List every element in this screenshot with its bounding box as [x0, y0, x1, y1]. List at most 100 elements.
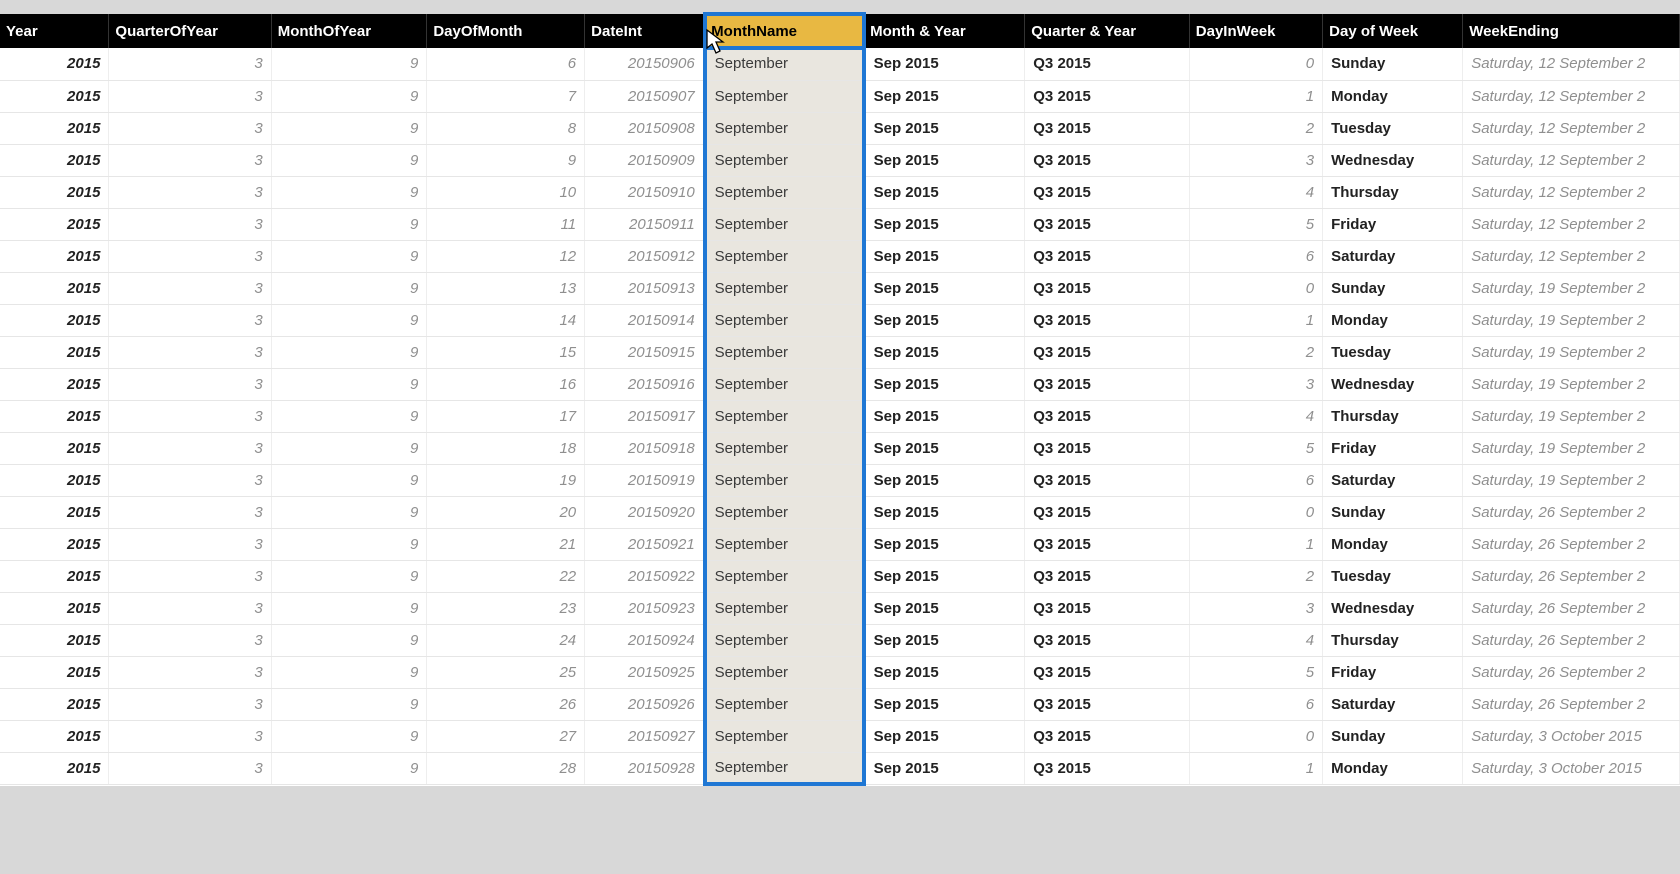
- cell-year[interactable]: 2015: [0, 336, 109, 368]
- cell-dow[interactable]: Saturday: [1323, 464, 1463, 496]
- cell-year[interactable]: 2015: [0, 720, 109, 752]
- cell-diw[interactable]: 6: [1189, 464, 1322, 496]
- cell-qoy[interactable]: 3: [109, 272, 271, 304]
- cell-diw[interactable]: 6: [1189, 240, 1322, 272]
- cell-qoy[interactable]: 3: [109, 80, 271, 112]
- cell-dow[interactable]: Monday: [1323, 528, 1463, 560]
- table-row[interactable]: 2015391020150910SeptemberSep 2015Q3 2015…: [0, 176, 1680, 208]
- cell-diw[interactable]: 5: [1189, 208, 1322, 240]
- cell-dow[interactable]: Friday: [1323, 208, 1463, 240]
- cell-dom[interactable]: 27: [427, 720, 585, 752]
- cell-dow[interactable]: Monday: [1323, 80, 1463, 112]
- cell-monthname[interactable]: September: [705, 48, 864, 80]
- cell-year[interactable]: 2015: [0, 560, 109, 592]
- cell-qoy[interactable]: 3: [109, 240, 271, 272]
- cell-qy[interactable]: Q3 2015: [1025, 496, 1190, 528]
- cell-qy[interactable]: Q3 2015: [1025, 176, 1190, 208]
- table-row[interactable]: 2015392120150921SeptemberSep 2015Q3 2015…: [0, 528, 1680, 560]
- cell-year[interactable]: 2015: [0, 464, 109, 496]
- table-row[interactable]: 2015391120150911SeptemberSep 2015Q3 2015…: [0, 208, 1680, 240]
- cell-diw[interactable]: 1: [1189, 80, 1322, 112]
- cell-monthyear[interactable]: Sep 2015: [864, 400, 1025, 432]
- cell-dom[interactable]: 19: [427, 464, 585, 496]
- cell-dow[interactable]: Thursday: [1323, 176, 1463, 208]
- cell-diw[interactable]: 1: [1189, 304, 1322, 336]
- cell-monthname[interactable]: September: [705, 368, 864, 400]
- cell-monthyear[interactable]: Sep 2015: [864, 464, 1025, 496]
- cell-moy[interactable]: 9: [271, 400, 427, 432]
- cell-qy[interactable]: Q3 2015: [1025, 752, 1190, 784]
- cell-dom[interactable]: 15: [427, 336, 585, 368]
- table-row[interactable]: 2015391520150915SeptemberSep 2015Q3 2015…: [0, 336, 1680, 368]
- cell-weekend[interactable]: Saturday, 19 September 2: [1463, 432, 1680, 464]
- cell-dow[interactable]: Saturday: [1323, 688, 1463, 720]
- cell-weekend[interactable]: Saturday, 3 October 2015: [1463, 752, 1680, 784]
- cell-weekend[interactable]: Saturday, 26 September 2: [1463, 688, 1680, 720]
- cell-monthname[interactable]: September: [705, 752, 864, 784]
- cell-monthname[interactable]: September: [705, 528, 864, 560]
- cell-dateint[interactable]: 20150923: [585, 592, 705, 624]
- cell-dateint[interactable]: 20150926: [585, 688, 705, 720]
- cell-qoy[interactable]: 3: [109, 656, 271, 688]
- cell-moy[interactable]: 9: [271, 496, 427, 528]
- cell-dow[interactable]: Thursday: [1323, 400, 1463, 432]
- cell-qoy[interactable]: 3: [109, 752, 271, 784]
- cell-diw[interactable]: 4: [1189, 400, 1322, 432]
- cell-qy[interactable]: Q3 2015: [1025, 112, 1190, 144]
- cell-monthyear[interactable]: Sep 2015: [864, 80, 1025, 112]
- cell-weekend[interactable]: Saturday, 19 September 2: [1463, 336, 1680, 368]
- cell-diw[interactable]: 1: [1189, 752, 1322, 784]
- cell-year[interactable]: 2015: [0, 48, 109, 80]
- cell-monthname[interactable]: September: [705, 144, 864, 176]
- cell-qy[interactable]: Q3 2015: [1025, 528, 1190, 560]
- cell-qoy[interactable]: 3: [109, 112, 271, 144]
- cell-weekend[interactable]: Saturday, 12 September 2: [1463, 112, 1680, 144]
- cell-dow[interactable]: Sunday: [1323, 48, 1463, 80]
- cell-monthname[interactable]: September: [705, 176, 864, 208]
- cell-monthname[interactable]: September: [705, 336, 864, 368]
- cell-moy[interactable]: 9: [271, 688, 427, 720]
- cell-qoy[interactable]: 3: [109, 400, 271, 432]
- cell-monthname[interactable]: September: [705, 432, 864, 464]
- cell-weekend[interactable]: Saturday, 26 September 2: [1463, 592, 1680, 624]
- cell-weekend[interactable]: Saturday, 12 September 2: [1463, 48, 1680, 80]
- cell-qoy[interactable]: 3: [109, 176, 271, 208]
- col-header-monthname[interactable]: MonthName: [705, 14, 864, 48]
- cell-moy[interactable]: 9: [271, 528, 427, 560]
- cell-moy[interactable]: 9: [271, 752, 427, 784]
- cell-monthyear[interactable]: Sep 2015: [864, 208, 1025, 240]
- cell-qy[interactable]: Q3 2015: [1025, 720, 1190, 752]
- table-row[interactable]: 201539920150909SeptemberSep 2015Q3 20153…: [0, 144, 1680, 176]
- cell-dom[interactable]: 22: [427, 560, 585, 592]
- cell-dateint[interactable]: 20150911: [585, 208, 705, 240]
- cell-qy[interactable]: Q3 2015: [1025, 400, 1190, 432]
- cell-dow[interactable]: Friday: [1323, 656, 1463, 688]
- cell-monthyear[interactable]: Sep 2015: [864, 176, 1025, 208]
- cell-diw[interactable]: 2: [1189, 112, 1322, 144]
- cell-dom[interactable]: 20: [427, 496, 585, 528]
- cell-dow[interactable]: Tuesday: [1323, 560, 1463, 592]
- cell-weekend[interactable]: Saturday, 19 September 2: [1463, 368, 1680, 400]
- cell-dom[interactable]: 6: [427, 48, 585, 80]
- cell-qy[interactable]: Q3 2015: [1025, 688, 1190, 720]
- cell-diw[interactable]: 2: [1189, 336, 1322, 368]
- data-grid[interactable]: Year QuarterOfYear MonthOfYear DayOfMont…: [0, 14, 1680, 786]
- table-row[interactable]: 2015391620150916SeptemberSep 2015Q3 2015…: [0, 368, 1680, 400]
- cell-qoy[interactable]: 3: [109, 592, 271, 624]
- cell-monthyear[interactable]: Sep 2015: [864, 752, 1025, 784]
- cell-dateint[interactable]: 20150925: [585, 656, 705, 688]
- cell-dateint[interactable]: 20150924: [585, 624, 705, 656]
- cell-diw[interactable]: 3: [1189, 368, 1322, 400]
- cell-qy[interactable]: Q3 2015: [1025, 240, 1190, 272]
- cell-qoy[interactable]: 3: [109, 48, 271, 80]
- cell-weekend[interactable]: Saturday, 12 September 2: [1463, 208, 1680, 240]
- cell-qoy[interactable]: 3: [109, 688, 271, 720]
- cell-moy[interactable]: 9: [271, 432, 427, 464]
- cell-qy[interactable]: Q3 2015: [1025, 592, 1190, 624]
- cell-monthname[interactable]: September: [705, 624, 864, 656]
- cell-year[interactable]: 2015: [0, 272, 109, 304]
- cell-monthyear[interactable]: Sep 2015: [864, 720, 1025, 752]
- cell-qy[interactable]: Q3 2015: [1025, 144, 1190, 176]
- cell-year[interactable]: 2015: [0, 592, 109, 624]
- cell-weekend[interactable]: Saturday, 12 September 2: [1463, 176, 1680, 208]
